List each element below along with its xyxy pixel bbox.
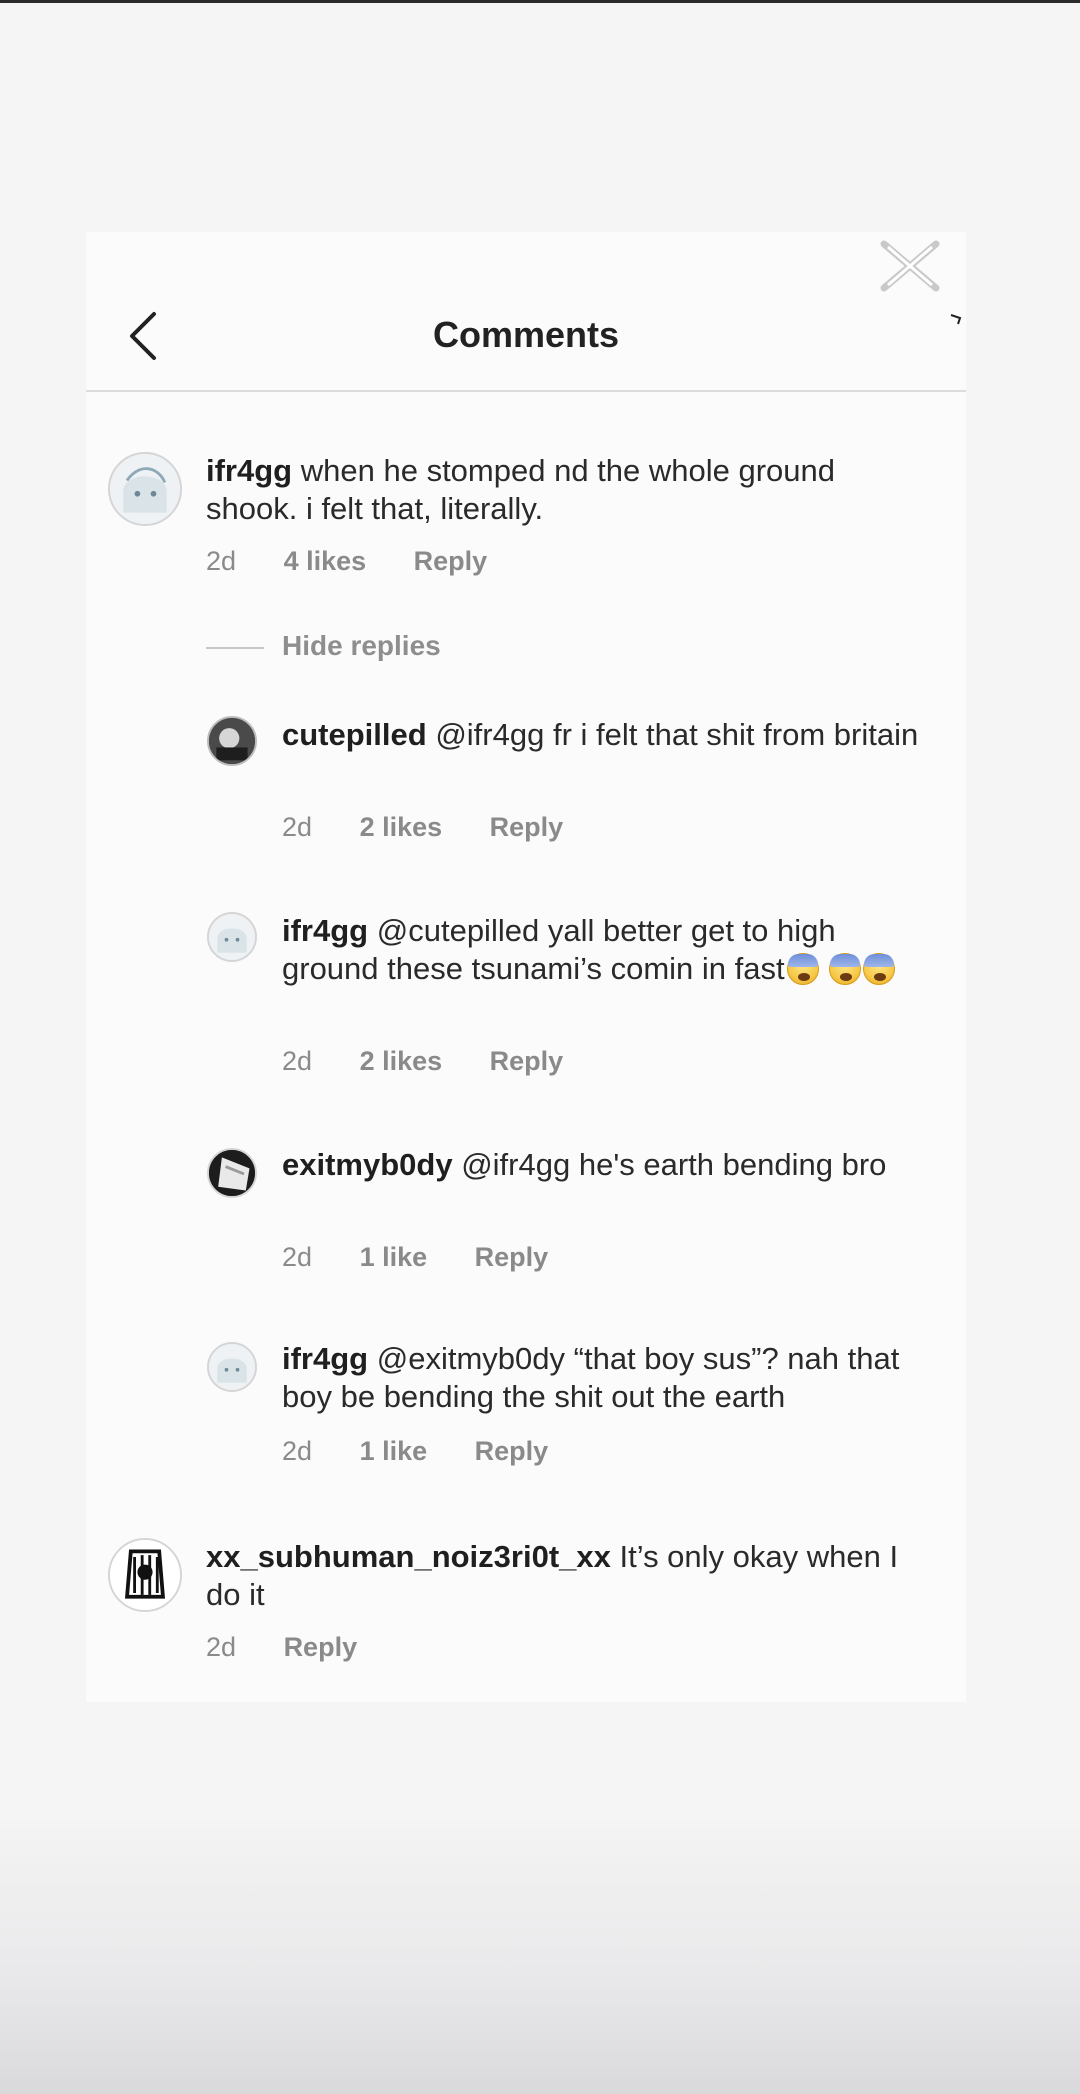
comment-time: 2d — [206, 546, 237, 576]
avatar[interactable] — [108, 452, 182, 526]
reply-mention[interactable]: @cutepilled — [377, 913, 539, 948]
avatar[interactable] — [207, 1148, 257, 1198]
avatar[interactable] — [207, 716, 257, 766]
comment-username[interactable]: ifr4gg — [206, 453, 292, 488]
reply-text: ifr4gg @cutepilled yall better get to hi… — [282, 912, 902, 988]
reply-username[interactable]: ifr4gg — [282, 913, 368, 948]
avatar-image — [209, 1150, 255, 1196]
avatar-image — [209, 1344, 255, 1390]
avatar-image — [209, 718, 255, 764]
reply-body: “that boy sus”? nah that boy be bending … — [282, 1341, 900, 1414]
comment-username[interactable]: xx_subhuman_noiz3ri0t_xx — [206, 1539, 611, 1574]
avatar-image — [110, 1540, 180, 1610]
reply-mention[interactable]: @ifr4gg — [435, 717, 544, 752]
reply-time: 2d — [282, 1242, 313, 1272]
avatar-image — [110, 454, 180, 524]
close-icon[interactable] — [878, 240, 942, 292]
top-edge-line — [0, 0, 1080, 3]
anxious-face-emoji-icon — [829, 953, 862, 985]
comment-meta: 2d 4 likes Reply — [206, 546, 527, 577]
reply-text: ifr4gg @exitmyb0dy “that boy sus”? nah t… — [282, 1340, 922, 1416]
reply-meta: 2d 1 like Reply — [282, 1436, 588, 1467]
reply-body: he's earth bending bro — [578, 1147, 887, 1182]
comment-time: 2d — [206, 1632, 237, 1662]
avatar[interactable] — [207, 912, 257, 962]
bottom-gradient — [0, 1820, 1080, 2094]
reply-button[interactable]: Reply — [284, 1632, 358, 1663]
reply-body: fr i felt that shit from britain — [552, 717, 919, 752]
reply-button[interactable]: Reply — [414, 546, 488, 577]
reply-time: 2d — [282, 1046, 313, 1076]
reply-text: exitmyb0dy @ifr4gg he's earth bending br… — [282, 1146, 922, 1184]
reply-mention[interactable]: @ifr4gg — [461, 1147, 570, 1182]
reply-time: 2d — [282, 1436, 313, 1466]
comment-body: when he stomped nd the whole ground shoo… — [206, 453, 836, 526]
reply-username[interactable]: cutepilled — [282, 717, 427, 752]
reply-mention[interactable]: @exitmyb0dy — [377, 1341, 565, 1376]
reply-meta: 2d 2 likes Reply — [282, 812, 603, 843]
reply-meta: 2d 1 like Reply — [282, 1242, 588, 1273]
avatar[interactable] — [207, 1342, 257, 1392]
page-title: Comments — [432, 314, 620, 355]
reply-likes[interactable]: 1 like — [360, 1436, 428, 1467]
reply-button[interactable]: Reply — [490, 1046, 564, 1077]
anxious-face-emoji-icon — [863, 953, 896, 985]
reply-button[interactable]: Reply — [490, 812, 564, 843]
comments-header: Comments — [86, 300, 966, 392]
hide-replies-label[interactable]: Hide replies — [282, 630, 441, 662]
comment-meta: 2d Reply — [206, 1632, 397, 1663]
reply-button[interactable]: Reply — [475, 1242, 549, 1273]
reply-text: cutepilled @ifr4gg fr i felt that shit f… — [282, 716, 922, 754]
reply-likes[interactable]: 2 likes — [360, 812, 443, 843]
avatar[interactable] — [108, 1538, 182, 1612]
reply-likes[interactable]: 1 like — [360, 1242, 428, 1273]
avatar-image — [209, 914, 255, 960]
comment-likes[interactable]: 4 likes — [284, 546, 367, 577]
divider — [206, 647, 264, 649]
reply-username[interactable]: ifr4gg — [282, 1341, 368, 1376]
comment-text: ifr4gg when he stomped nd the whole grou… — [206, 452, 926, 528]
reply-time: 2d — [282, 812, 313, 842]
reply-button[interactable]: Reply — [475, 1436, 549, 1467]
reply-likes[interactable]: 2 likes — [360, 1046, 443, 1077]
reply-username[interactable]: exitmyb0dy — [282, 1147, 453, 1182]
comment-text: xx_subhuman_noiz3ri0t_xx It’s only okay … — [206, 1538, 906, 1614]
anxious-face-emoji-icon — [786, 953, 819, 985]
reply-meta: 2d 2 likes Reply — [282, 1046, 603, 1077]
